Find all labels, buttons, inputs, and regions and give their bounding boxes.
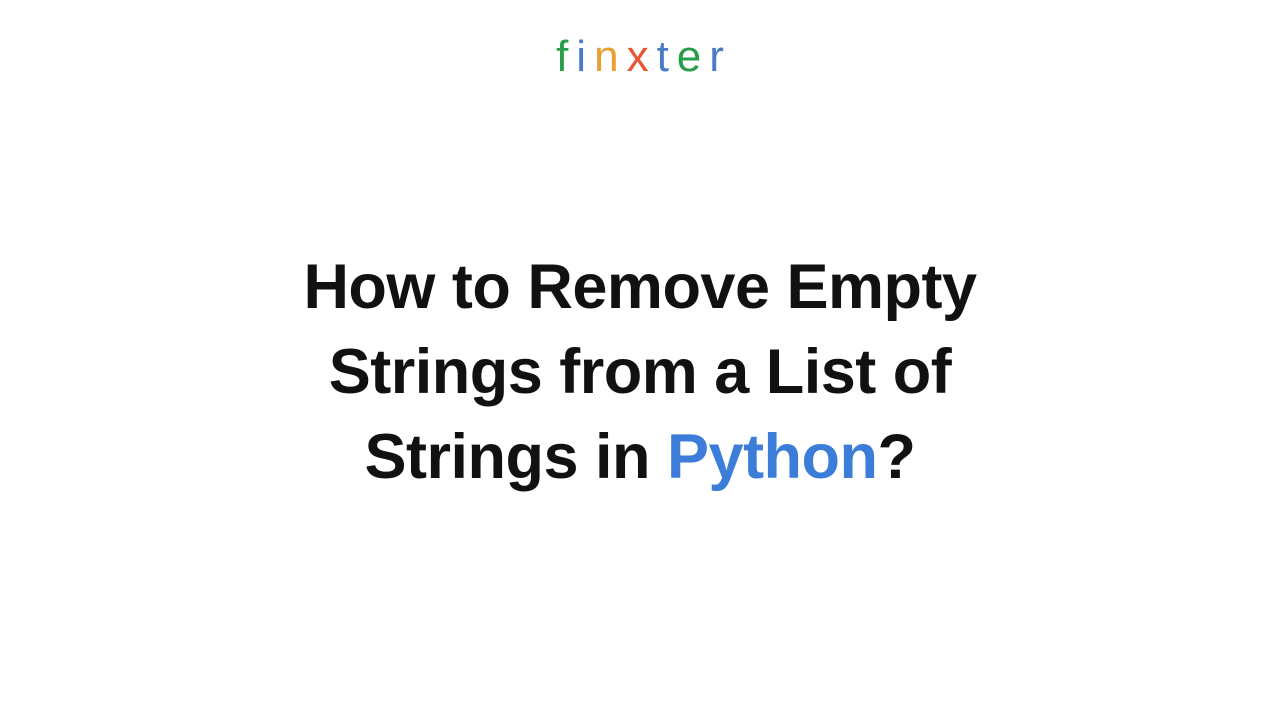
title-line-2: Strings from a List of: [329, 337, 952, 407]
logo-letter-n: n: [594, 32, 618, 82]
title-section: How to Remove Empty Strings from a List …: [0, 245, 1280, 500]
logo-letter-f: f: [556, 32, 568, 82]
title-line-3-prefix: Strings in: [364, 422, 667, 492]
title-line-3-suffix: ?: [878, 422, 916, 492]
logo-letter-r: r: [709, 32, 724, 82]
logo-letter-i: i: [576, 32, 586, 82]
title-line-1: How to Remove Empty: [303, 252, 976, 322]
page-title: How to Remove Empty Strings from a List …: [0, 245, 1280, 500]
logo-letter-x: x: [627, 32, 649, 82]
title-highlight-word: Python: [667, 422, 878, 492]
brand-logo: f i n x t e r: [0, 0, 1280, 82]
logo-letter-e: e: [677, 32, 701, 82]
logo-letter-t: t: [657, 32, 669, 82]
